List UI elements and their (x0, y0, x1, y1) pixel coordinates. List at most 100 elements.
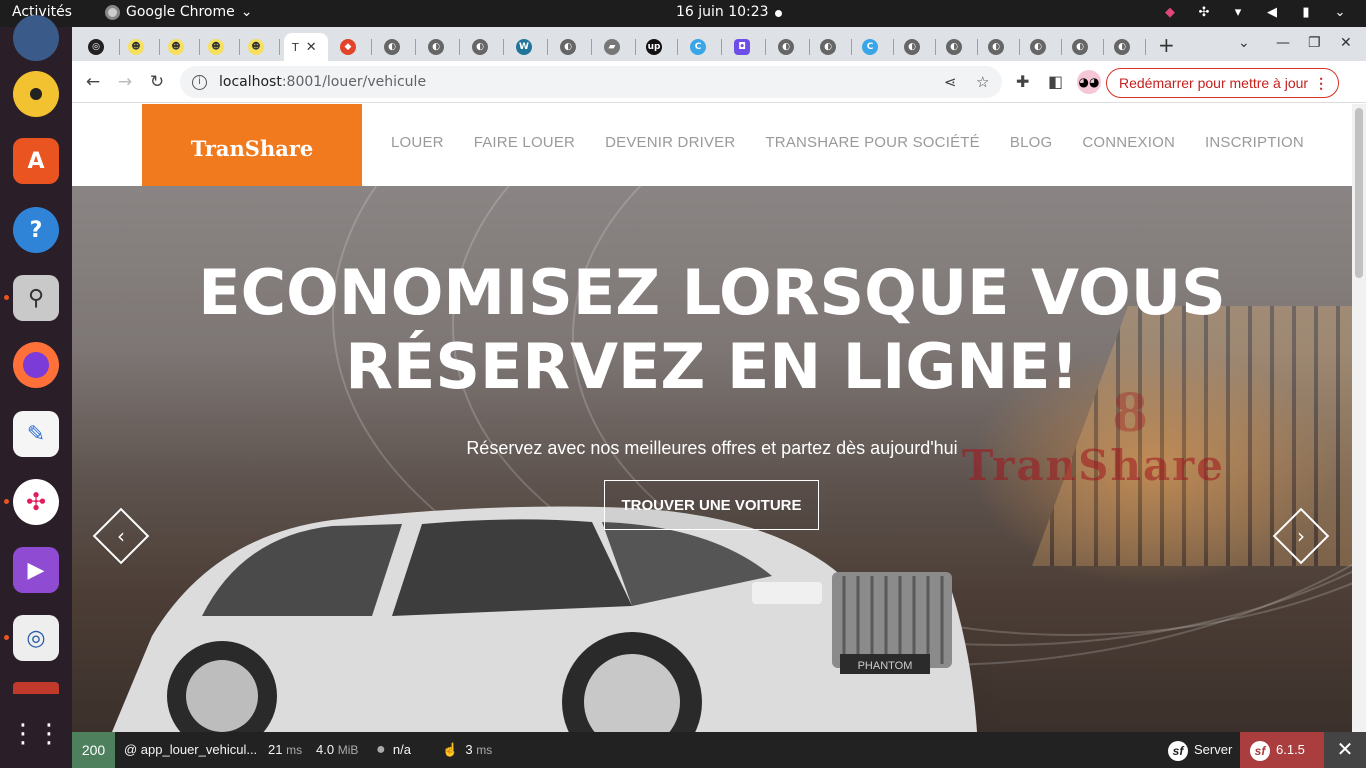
show-apps-icon[interactable]: ⋮⋮ (10, 711, 62, 757)
image-viewer-icon[interactable]: ⚲ (13, 275, 59, 321)
chrome-icon (105, 4, 120, 20)
tab[interactable]: ◆ (332, 33, 372, 61)
document-viewer-icon[interactable]: ◎ (13, 615, 59, 661)
server-info[interactable]: sf Server (1168, 732, 1232, 768)
globe-icon: ◐ (820, 39, 836, 55)
tab[interactable]: ◐ (980, 33, 1020, 61)
more-menu-icon[interactable]: ⋮ (1314, 69, 1328, 97)
maximize-icon[interactable]: ❐ (1308, 35, 1321, 51)
scrollbar-thumb[interactable] (1355, 108, 1363, 278)
security-user[interactable]: ● n/a (376, 732, 411, 768)
tab-active[interactable]: T ✕ (284, 33, 328, 61)
site-logo[interactable]: TranShare (142, 104, 362, 186)
dock-app-partial[interactable] (13, 15, 59, 61)
extensions-icon[interactable]: ✚ (1016, 72, 1029, 91)
files-icon-partial[interactable] (13, 682, 59, 694)
text-editor-icon[interactable]: ✎ (13, 411, 59, 457)
share-icon[interactable]: ⋖ (944, 73, 957, 91)
power-menu-icon[interactable]: ⌄ (1332, 5, 1348, 21)
tab[interactable]: up (638, 33, 678, 61)
rhythmbox-icon[interactable] (13, 71, 59, 117)
symfony-version[interactable]: sf 6.1.5 (1240, 732, 1324, 768)
user-value: n/a (392, 742, 411, 757)
tab[interactable]: ◘ (726, 33, 766, 61)
video-player-icon[interactable]: ▶ (13, 547, 59, 593)
tab[interactable]: ◐ (938, 33, 978, 61)
tab[interactable]: ◐ (420, 33, 460, 61)
forward-icon[interactable]: → (114, 71, 136, 93)
close-tab-icon[interactable]: ✕ (306, 40, 317, 55)
battery-icon[interactable]: ▮ (1298, 5, 1314, 21)
tab[interactable]: ◎ (80, 33, 120, 61)
slack-tray-icon[interactable]: ✣ (1196, 5, 1212, 21)
site-info-icon[interactable]: i (192, 74, 207, 90)
tab[interactable]: ☻ (160, 33, 200, 61)
nav-transhare-societe[interactable]: TRANSHARE POUR SOCIÉTÉ (750, 134, 994, 151)
globe-icon: ◐ (560, 39, 576, 55)
tab[interactable]: W (508, 33, 548, 61)
route-name[interactable]: @ app_louer_vehicul... (124, 732, 257, 768)
nav-louer[interactable]: LOUER (376, 134, 459, 151)
dock: A ? ⚲ ✎ ✣ ▶ ◎ ⋮⋮ (0, 15, 72, 768)
nav-faire-louer[interactable]: FAIRE LOUER (459, 134, 590, 151)
address-bar[interactable]: i localhost:8001/louer/vehicule (180, 66, 1002, 98)
status-code[interactable]: 200 (72, 732, 115, 768)
software-center-icon[interactable]: A (13, 138, 59, 184)
tab[interactable]: ☻ (240, 33, 280, 61)
hero-subtitle: Réservez avec nos meilleures offres et p… (466, 438, 958, 458)
tab[interactable]: ◐ (812, 33, 852, 61)
nav-devenir-driver[interactable]: DEVENIR DRIVER (590, 134, 750, 151)
tab[interactable]: ◐ (896, 33, 936, 61)
bookmark-star-icon[interactable]: ☆ (976, 73, 989, 91)
tab[interactable]: ◐ (1064, 33, 1104, 61)
tab[interactable]: ▰ (596, 33, 636, 61)
page-scrollbar[interactable] (1352, 104, 1366, 732)
wifi-icon[interactable]: ▾ (1230, 5, 1246, 21)
tab[interactable]: ◐ (770, 33, 810, 61)
close-window-icon[interactable]: ✕ (1340, 35, 1352, 51)
close-toolbar-icon[interactable]: ✕ (1324, 732, 1366, 768)
github-icon: ◎ (88, 39, 104, 55)
system-tray[interactable]: ◆ ✣ ▾ ◀ ▮ ⌄ (1162, 5, 1348, 21)
app-indicator-icon[interactable]: ◆ (1162, 5, 1178, 21)
globe-icon: ◐ (988, 39, 1004, 55)
volume-icon[interactable]: ◀ (1264, 5, 1280, 21)
clock[interactable]: 16 juin 10:23 (676, 4, 769, 20)
tab[interactable]: ☻ (120, 33, 160, 61)
nav-inscription[interactable]: INSCRIPTION (1190, 134, 1319, 151)
tab[interactable]: ◐ (464, 33, 504, 61)
tab[interactable]: ◐ (1106, 33, 1146, 61)
app-menu[interactable]: Google Chrome ⌄ (105, 4, 252, 20)
memory-usage[interactable]: 4.0 MiB (316, 732, 358, 768)
minimize-icon[interactable]: — (1276, 35, 1290, 51)
request-time-unit: ms (286, 743, 303, 757)
update-button[interactable]: Redémarrer pour mettre à jour ⋮ (1106, 68, 1340, 98)
help-icon[interactable]: ? (13, 207, 59, 253)
side-panel-icon[interactable]: ◧ (1048, 72, 1063, 91)
chevron-left-icon: ‹ (117, 524, 125, 548)
tab-search-icon[interactable]: ⌄ (1238, 35, 1250, 51)
tab[interactable]: ◐ (376, 33, 416, 61)
tab[interactable]: ◐ (1022, 33, 1062, 61)
tab[interactable]: ☻ (200, 33, 240, 61)
chevron-down-icon: ⌄ (240, 4, 253, 20)
car-headlight (752, 582, 822, 604)
running-indicator (4, 635, 9, 640)
firefox-icon[interactable] (13, 342, 59, 388)
new-tab-button[interactable]: + (1158, 33, 1175, 57)
emoji-icon: ☻ (248, 39, 264, 55)
tab[interactable]: C (854, 33, 894, 61)
profile-avatar[interactable]: ◕◕ (1077, 70, 1101, 94)
nav-connexion[interactable]: CONNEXION (1067, 134, 1190, 151)
tab[interactable]: ◐ (552, 33, 592, 61)
car-grille (832, 572, 952, 668)
request-time[interactable]: 21 ms (268, 732, 302, 768)
gitlab-icon: ◆ (340, 39, 356, 55)
reload-icon[interactable]: ↻ (146, 71, 168, 93)
find-car-button[interactable]: TROUVER UNE VOITURE (604, 480, 819, 530)
database-time[interactable]: ☝ 3 ms (442, 732, 492, 768)
back-icon[interactable]: ← (82, 71, 104, 93)
slack-icon[interactable]: ✣ (13, 479, 59, 525)
nav-blog[interactable]: BLOG (995, 134, 1067, 151)
tab[interactable]: C (682, 33, 722, 61)
